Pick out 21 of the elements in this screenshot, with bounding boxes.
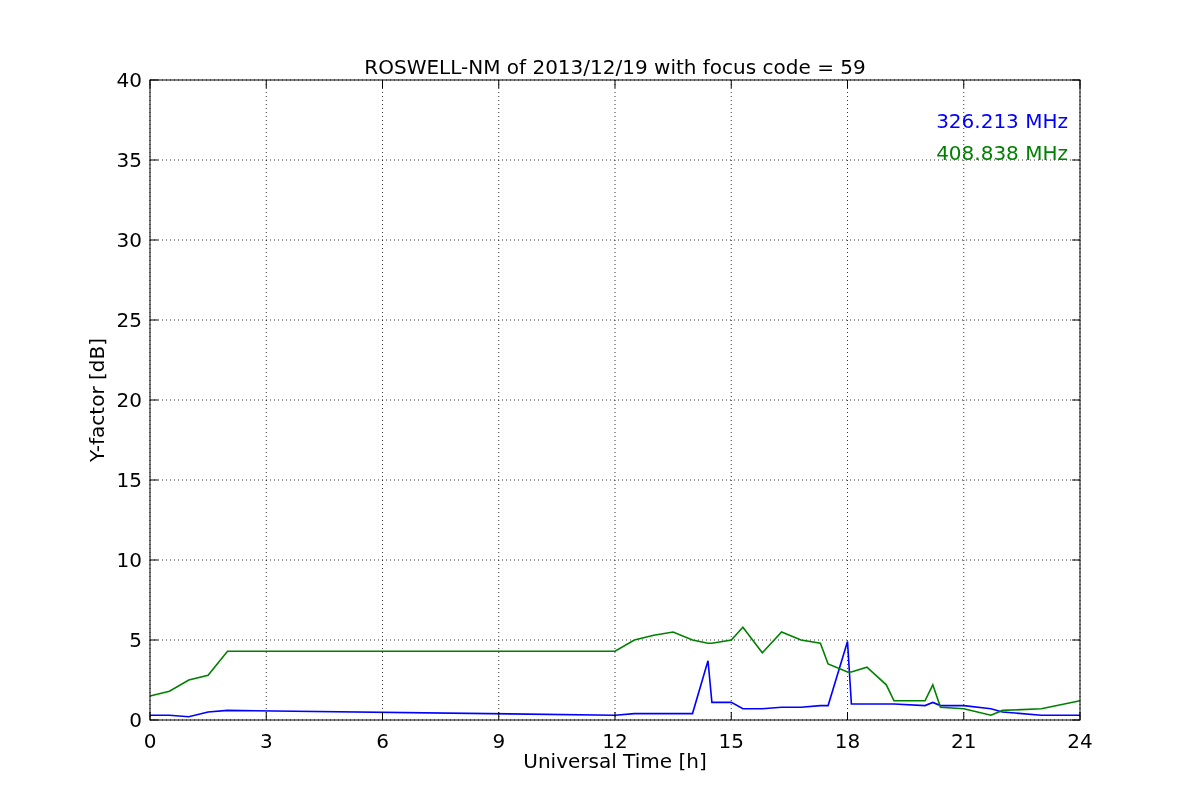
y-tick-label: 15 [116,468,142,492]
x-tick-label: 3 [259,729,273,753]
y-tick-label: 25 [116,308,142,332]
y-tick-label: 10 [116,548,142,572]
x-tick-label: 21 [951,729,977,753]
y-tick-label: 35 [116,148,142,172]
y-tick-label: 30 [116,228,142,252]
y-axis-label: Y-factor [dB] [85,338,109,462]
x-tick-label: 9 [492,729,506,753]
x-tick-label: 0 [143,729,157,753]
x-tick-label: 24 [1067,729,1093,753]
legend-label: 326.213 MHz [936,109,1068,133]
x-tick-label: 6 [376,729,389,753]
x-tick-label: 15 [718,729,744,753]
legend-label: 408.838 MHz [936,141,1068,165]
y-tick-label: 20 [116,388,142,412]
chart-title: ROSWELL-NM of 2013/12/19 with focus code = 59 [364,55,866,79]
x-tick-label: 18 [834,729,861,753]
y-tick-label: 0 [129,708,142,732]
y-tick-label: 40 [116,68,142,92]
y-tick-label: 5 [129,628,142,652]
